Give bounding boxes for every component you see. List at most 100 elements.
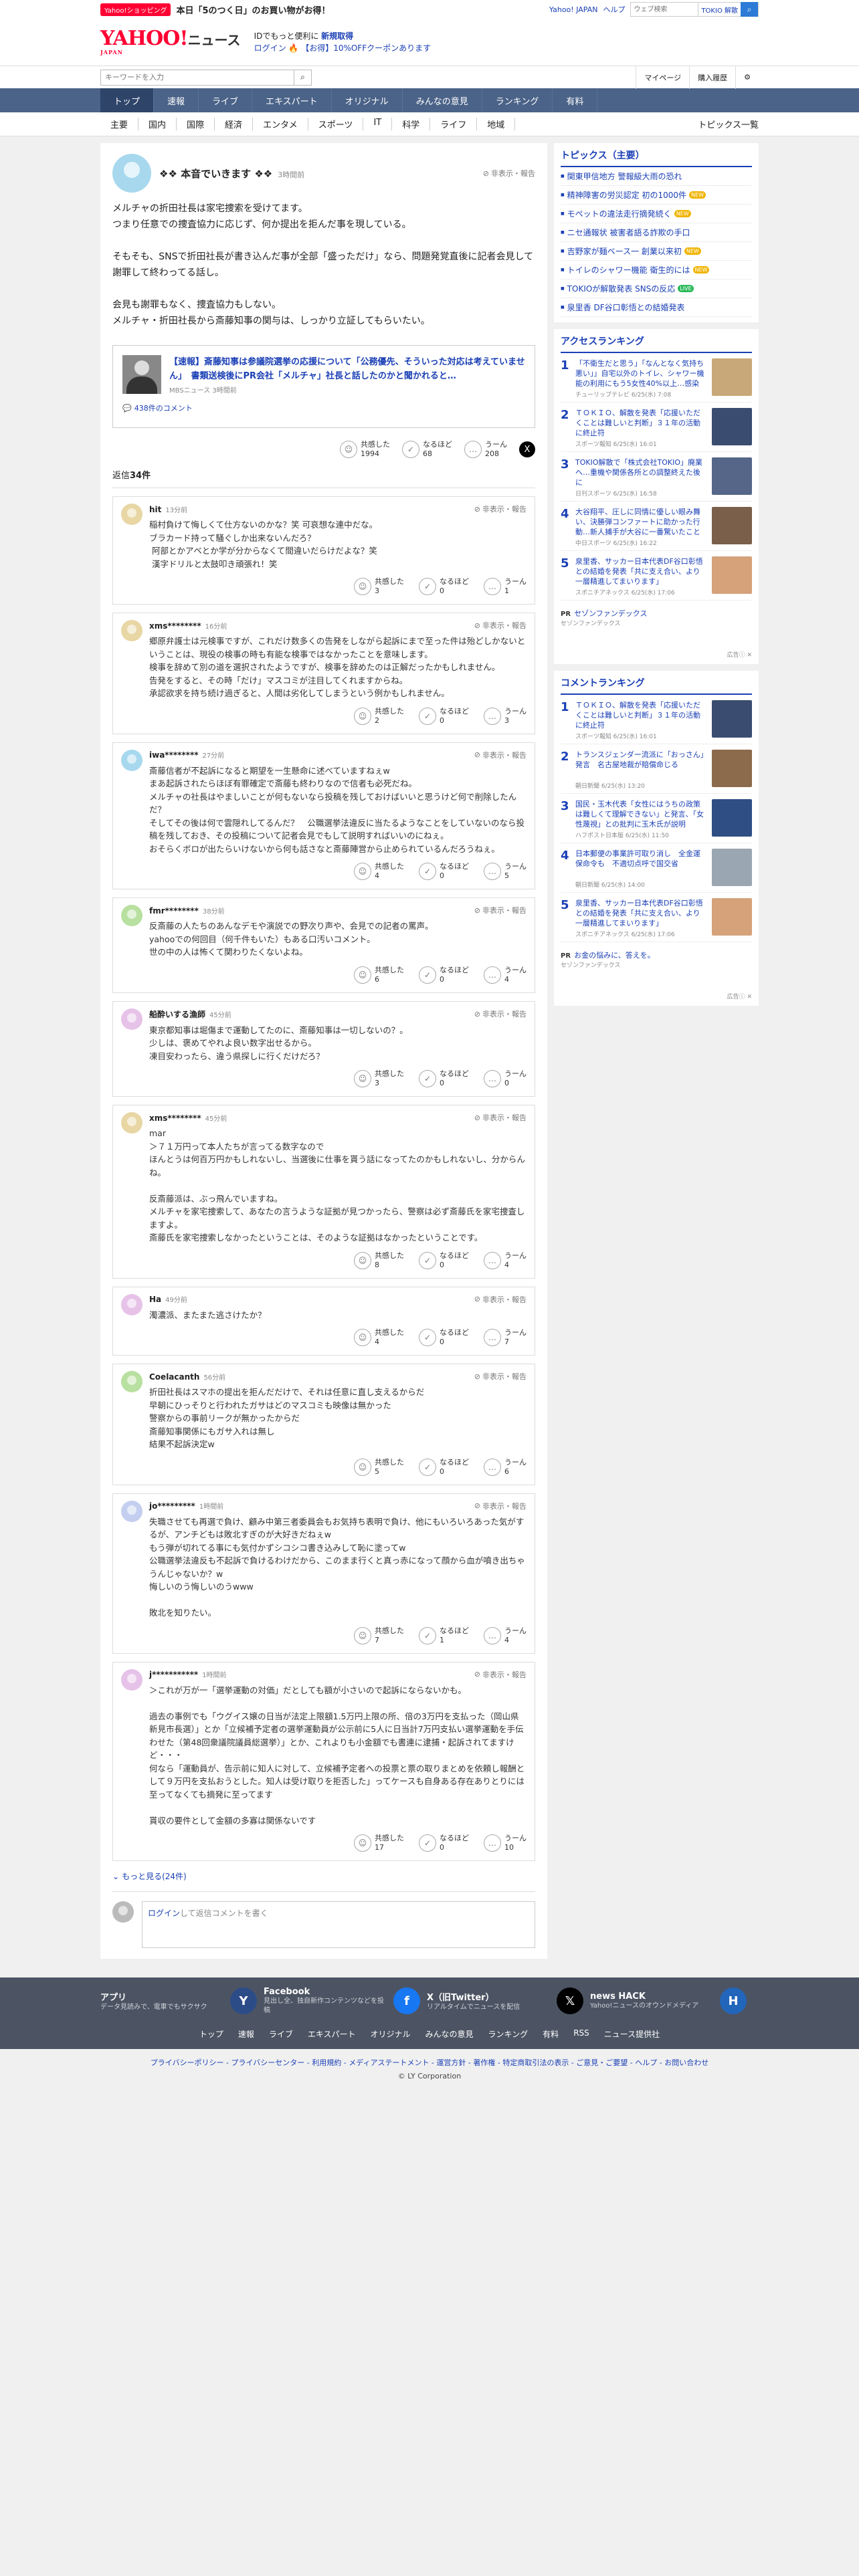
footer-app-icon[interactable]: 𝕏 bbox=[557, 1988, 583, 2014]
reply-author[interactable]: j*********** bbox=[149, 1670, 198, 1679]
rank-title[interactable]: 大谷翔平、圧しに同情に優しい眼み舞い、決勝弾コンファートに助かった行動…新人捕手… bbox=[575, 507, 706, 537]
rank-title[interactable]: トランスジェンダー流派に「おっさん」発言 名古屋地裁が賠償命じる bbox=[575, 750, 706, 780]
topic-item[interactable]: 吉野家が麺ベース一 創業以来初NEW bbox=[561, 242, 752, 261]
gear-icon[interactable]: ⚙ bbox=[735, 66, 759, 89]
footer-nav-item[interactable]: ライブ bbox=[269, 2028, 293, 2040]
topic-item[interactable]: モペットの違法走行摘発続くNEW bbox=[561, 205, 752, 223]
rank-thumbnail[interactable] bbox=[712, 750, 752, 787]
reaction-empathy[interactable]: ☺ 共感した 7 bbox=[354, 1626, 404, 1645]
topic-title[interactable]: 精神障害の労災認定 初の1000件 bbox=[567, 189, 686, 201]
reply-author[interactable]: fmr******** bbox=[149, 906, 199, 916]
nav-expert[interactable]: エキスパート bbox=[252, 88, 332, 112]
report-button[interactable]: ⊘ 非表示・報告 bbox=[483, 168, 535, 179]
reaction-insight[interactable]: ✓ なるほど 68 bbox=[402, 440, 452, 459]
footer-links[interactable]: プライバシーポリシー - プライバシーセンター - 利用規約 - メディアステー… bbox=[0, 2057, 859, 2068]
reaction-insight[interactable]: ✓ なるほど 0 bbox=[419, 966, 469, 984]
reply-author[interactable]: xms******** bbox=[149, 621, 201, 631]
footer-app-title[interactable]: アプリ bbox=[100, 1990, 207, 2003]
footer-nav-item[interactable]: ニュース提供社 bbox=[604, 2028, 660, 2040]
ranking-item[interactable]: 2 トランスジェンダー流派に「おっさん」発言 名古屋地裁が賠償命じる 朝日新聞 6/… bbox=[561, 744, 752, 794]
avatar[interactable] bbox=[121, 1500, 142, 1522]
avatar[interactable] bbox=[121, 749, 142, 771]
rank-thumbnail[interactable] bbox=[712, 507, 752, 544]
trend-keyword[interactable]: TOKIO 解散 bbox=[698, 3, 741, 16]
topics-list-link[interactable]: トピックス一覧 bbox=[698, 118, 759, 130]
report-button[interactable]: ⊘ 非表示・報告 bbox=[474, 620, 527, 631]
reaction-empathy[interactable]: ☺ 共感した 6 bbox=[354, 966, 404, 984]
footer-app-icon[interactable]: Y bbox=[230, 1988, 257, 2014]
report-button[interactable]: ⊘ 非表示・報告 bbox=[474, 504, 527, 514]
purchase-history-link[interactable]: 購入履歴 bbox=[689, 66, 735, 89]
footer-nav-item[interactable]: トップ bbox=[199, 2028, 223, 2040]
rank-title[interactable]: 国民・玉木代表「女性にはうちの政策は難しくて理解できない」と発言、「女性蔑視」と… bbox=[575, 799, 706, 829]
report-button[interactable]: ⊘ 非表示・報告 bbox=[474, 905, 527, 916]
cat-local[interactable]: 地域 bbox=[477, 118, 516, 130]
reply-author[interactable]: iwa******** bbox=[149, 750, 199, 760]
more-replies-button[interactable]: ⌄ もっと見る(24件) bbox=[112, 1870, 535, 1882]
topic-item[interactable]: 泉里香 DF谷口彰悟との結婚発表 bbox=[561, 298, 752, 317]
nav-live[interactable]: ライブ bbox=[199, 88, 253, 112]
nav-paid[interactable]: 有料 bbox=[553, 88, 598, 112]
footer-app-icon[interactable]: H bbox=[720, 1988, 747, 2014]
cat-economy[interactable]: 経済 bbox=[215, 118, 254, 130]
article-thumbnail[interactable] bbox=[122, 355, 161, 394]
article-title[interactable]: 【速報】斎藤知事は参議院選挙の応援について「公務優先、そういった対応は考えていま… bbox=[169, 355, 525, 383]
ranking-item[interactable]: 4 日本郵便の事業許可取り消し 全金運保命令も 不適切点呼で国交省 朝日新聞 6/2… bbox=[561, 843, 752, 893]
avatar[interactable] bbox=[121, 1008, 142, 1030]
nav-original[interactable]: オリジナル bbox=[332, 88, 403, 112]
cat-world[interactable]: 国際 bbox=[177, 118, 215, 130]
rank-thumbnail[interactable] bbox=[712, 849, 752, 886]
footer-nav-item[interactable]: みんなの意見 bbox=[425, 2028, 474, 2040]
rank-title[interactable]: 「不衛生だと思う」「なんとなく気持ち悪い」」自宅以外のトイレ、シャワー機能の利用… bbox=[575, 358, 706, 389]
reaction-empathy[interactable]: ☺ 共感した 8 bbox=[354, 1251, 404, 1270]
x-share-icon[interactable]: X bbox=[519, 441, 535, 457]
report-button[interactable]: ⊘ 非表示・報告 bbox=[474, 1371, 527, 1382]
ranking-item[interactable]: 5 泉里香、サッカー日本代表DF谷口彰悟との結婚を発表「共に支え合い、より一層精進… bbox=[561, 551, 752, 601]
report-button[interactable]: ⊘ 非表示・報告 bbox=[474, 1501, 527, 1511]
topic-item[interactable]: TOKIOが解散発表 SNSの反応LIVE bbox=[561, 280, 752, 298]
pr-item[interactable]: PR セゾンファンデックス セゾンファンデックス bbox=[561, 601, 752, 650]
report-button[interactable]: ⊘ 非表示・報告 bbox=[474, 1294, 527, 1305]
reaction-empathy[interactable]: ☺ 共感した 5 bbox=[354, 1458, 404, 1477]
topic-item[interactable]: トイレのシャワー機能 衛生的にはNEW bbox=[561, 261, 752, 280]
yahoo-japan-link[interactable]: Yahoo! JAPAN bbox=[549, 5, 598, 14]
rank-title[interactable]: 泉里香、サッカー日本代表DF谷口彰悟との結婚を発表「共に支え合い、より一層精進し… bbox=[575, 898, 706, 928]
ranking-item[interactable]: 3 国民・玉木代表「女性にはうちの政策は難しくて理解できない」と発言、「女性蔑視」… bbox=[561, 794, 752, 843]
signup-link[interactable]: 新規取得 bbox=[321, 31, 353, 41]
reaction-insight[interactable]: ✓ なるほど 1 bbox=[419, 1626, 469, 1645]
footer-nav-item[interactable]: 有料 bbox=[543, 2028, 559, 2040]
ad-info-icon[interactable]: 広告ⓘ ✕ bbox=[561, 650, 752, 659]
reaction-hmm[interactable]: … うーん 0 bbox=[484, 1069, 527, 1088]
report-button[interactable]: ⊘ 非表示・報告 bbox=[474, 1112, 527, 1123]
web-search-input[interactable] bbox=[631, 3, 698, 16]
cat-sports[interactable]: スポーツ bbox=[308, 118, 364, 130]
nav-ranking[interactable]: ランキング bbox=[482, 88, 553, 112]
coupon-link[interactable]: 【お得】10%OFFクーポンあります bbox=[301, 43, 431, 53]
reaction-insight[interactable]: ✓ なるほど 0 bbox=[419, 1834, 469, 1852]
reaction-empathy[interactable]: ☺ 共感した 1994 bbox=[340, 440, 390, 459]
footer-app-2[interactable]: X（旧Twitter） リアルタイムでニュースを配信 𝕏 bbox=[427, 1988, 583, 2014]
nav-top[interactable]: トップ bbox=[100, 88, 155, 112]
reply-author[interactable]: jo********* bbox=[149, 1501, 195, 1511]
rank-title[interactable]: TOKIO解散で「株式会社TOKIO」廃業へ…重機や関係各所との調整終えた後に bbox=[575, 457, 706, 488]
ranking-item[interactable]: 3 TOKIO解散で「株式会社TOKIO」廃業へ…重機や関係各所との調整終えた後に… bbox=[561, 452, 752, 502]
rank-title[interactable]: 泉里香、サッカー日本代表DF谷口彰悟との結婚を発表「共に支え合い、より一層精進し… bbox=[575, 556, 706, 586]
reaction-insight[interactable]: ✓ なるほど 0 bbox=[419, 862, 469, 881]
footer-app-title[interactable]: news HACK bbox=[590, 1992, 698, 2002]
reply-author[interactable]: xms******** bbox=[149, 1113, 201, 1123]
help-link[interactable]: ヘルプ bbox=[603, 4, 625, 15]
footer-nav-item[interactable]: 速報 bbox=[238, 2028, 254, 2040]
avatar[interactable] bbox=[121, 1293, 142, 1315]
footer-app-title[interactable]: Facebook bbox=[264, 1987, 389, 1997]
reaction-insight[interactable]: ✓ なるほど 0 bbox=[419, 1069, 469, 1088]
reaction-empathy[interactable]: ☺ 共感した 4 bbox=[354, 862, 404, 881]
report-button[interactable]: ⊘ 非表示・報告 bbox=[474, 1008, 527, 1019]
footer-app-icon[interactable]: f bbox=[393, 1988, 420, 2014]
avatar[interactable] bbox=[121, 1669, 142, 1691]
footer-app-3[interactable]: news HACK Yahoo!ニュースのオウンドメディア H bbox=[590, 1988, 747, 2014]
rank-thumbnail[interactable] bbox=[712, 457, 752, 495]
topic-title[interactable]: ニセ通報状 被害者語る詐欺の手口 bbox=[567, 227, 690, 238]
ranking-item[interactable]: 4 大谷翔平、圧しに同情に優しい眼み舞い、決勝弾コンファートに助かった行動…新人捕… bbox=[561, 502, 752, 551]
article-comments-link[interactable]: 💬 438件のコメント bbox=[122, 403, 525, 413]
reaction-insight[interactable]: ✓ なるほど 0 bbox=[419, 1458, 469, 1477]
